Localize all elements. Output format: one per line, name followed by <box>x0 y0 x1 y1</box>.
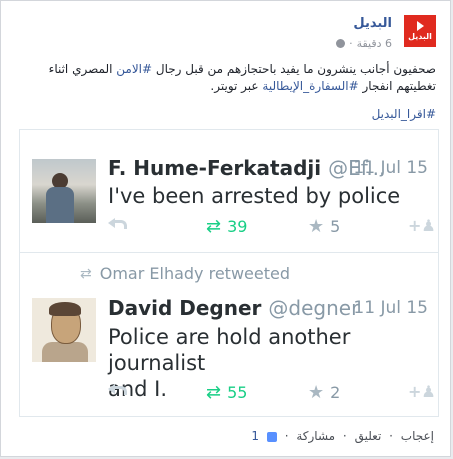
post-text: صحفيون أجانب ينشرون ما يفيد باحتجازهم من… <box>15 61 436 95</box>
avatar-shirt <box>42 342 88 362</box>
like-thumb-icon <box>266 431 277 442</box>
page-name-link[interactable]: البديل <box>353 16 392 31</box>
author-name[interactable]: David Degner <box>108 296 261 320</box>
logo-text: البديل <box>408 32 432 41</box>
tweet-date[interactable]: 11 Jul 15 <box>353 158 428 178</box>
retweeted-by-text[interactable]: Omar Elhady retweeted <box>100 264 290 283</box>
reply-icon <box>108 216 127 229</box>
favorite-count: 2 <box>330 383 341 402</box>
follow-button[interactable]: +♟ <box>408 216 436 235</box>
follow-button[interactable]: +♟ <box>408 382 436 401</box>
separator: · <box>342 429 347 443</box>
like-link[interactable]: إعجاب <box>401 429 434 443</box>
tweet-actions: ⇄ 55 ★ 2 +♟ <box>20 382 438 412</box>
retweet-count: 55 <box>227 383 248 402</box>
reply-icon <box>108 382 127 395</box>
embedded-tweet-image[interactable]: F. Hume-Ferkatadji @Ef... 11 Jul 15 I've… <box>19 129 439 417</box>
post-meta: 6 دقيقة · <box>336 37 392 50</box>
hashtag-link[interactable]: #اقرا_البديل <box>372 107 436 121</box>
tweet-date[interactable]: 11 Jul 15 <box>353 298 428 318</box>
post-text-segment: صحفيون أجانب ينشرون ما يفيد باحتجازهم من… <box>152 62 436 76</box>
globe-icon[interactable] <box>336 39 346 48</box>
avatar-hair <box>49 302 81 316</box>
page-logo[interactable]: البديل <box>404 15 436 47</box>
play-icon <box>416 21 424 31</box>
share-link[interactable]: مشاركة <box>296 429 335 443</box>
separator: · <box>349 37 353 50</box>
reply-button[interactable] <box>108 382 127 395</box>
favorite-count: 5 <box>330 217 341 236</box>
post-footer: إعجاب · تعليق · مشاركة · 1 <box>15 429 436 443</box>
retweeted-by: ⇄ Omar Elhady retweeted <box>80 264 290 283</box>
separator: · <box>389 429 393 443</box>
retweet-button[interactable]: ⇄ 55 <box>206 382 247 403</box>
avatar[interactable] <box>32 159 96 223</box>
tweet-author[interactable]: David Degner @degner <box>108 296 359 320</box>
follow-icon: +♟ <box>408 382 436 401</box>
retweet-button[interactable]: ⇄ 39 <box>206 216 247 237</box>
favorite-button[interactable]: ★ 2 <box>308 382 340 403</box>
reply-button[interactable] <box>108 216 127 229</box>
comment-link[interactable]: تعليق <box>355 429 382 443</box>
hashtag-link[interactable]: #السفارة_الإيطالية <box>262 79 358 93</box>
separator: · <box>284 429 289 443</box>
retweet-icon: ⇄ <box>206 216 222 237</box>
author-name[interactable]: F. Hume-Ferkatadji <box>108 156 321 180</box>
like-count[interactable]: 1 <box>251 429 259 443</box>
retweet-small-icon: ⇄ <box>80 265 92 282</box>
follow-icon: +♟ <box>408 216 436 235</box>
facebook-post: البديل البديل 6 دقيقة · صحفيون أجانب ينش… <box>0 0 451 457</box>
hashtag-link[interactable]: #الامن <box>116 62 152 76</box>
retweet-icon: ⇄ <box>206 382 222 403</box>
retweet-count: 39 <box>227 217 248 236</box>
tweet-actions: ⇄ 39 ★ 5 +♟ <box>20 216 438 246</box>
tweet: ⇄ Omar Elhady retweeted David Degner @de… <box>20 252 438 416</box>
tweet-text: I've been arrested by police <box>108 184 401 208</box>
favorite-button[interactable]: ★ 5 <box>308 216 340 237</box>
tweet: F. Hume-Ferkatadji @Ef... 11 Jul 15 I've… <box>20 130 438 253</box>
avatar[interactable] <box>32 298 96 362</box>
star-icon: ★ <box>308 216 325 237</box>
tweet-author[interactable]: F. Hume-Ferkatadji @Ef... <box>108 156 385 180</box>
post-text-segment: عبر تويتر. <box>210 79 263 93</box>
author-handle[interactable]: @degner <box>268 296 359 320</box>
star-icon: ★ <box>308 382 325 403</box>
post-time[interactable]: 6 دقيقة <box>357 37 392 50</box>
tweet-text-line: Police are hold another journalist <box>108 325 351 375</box>
